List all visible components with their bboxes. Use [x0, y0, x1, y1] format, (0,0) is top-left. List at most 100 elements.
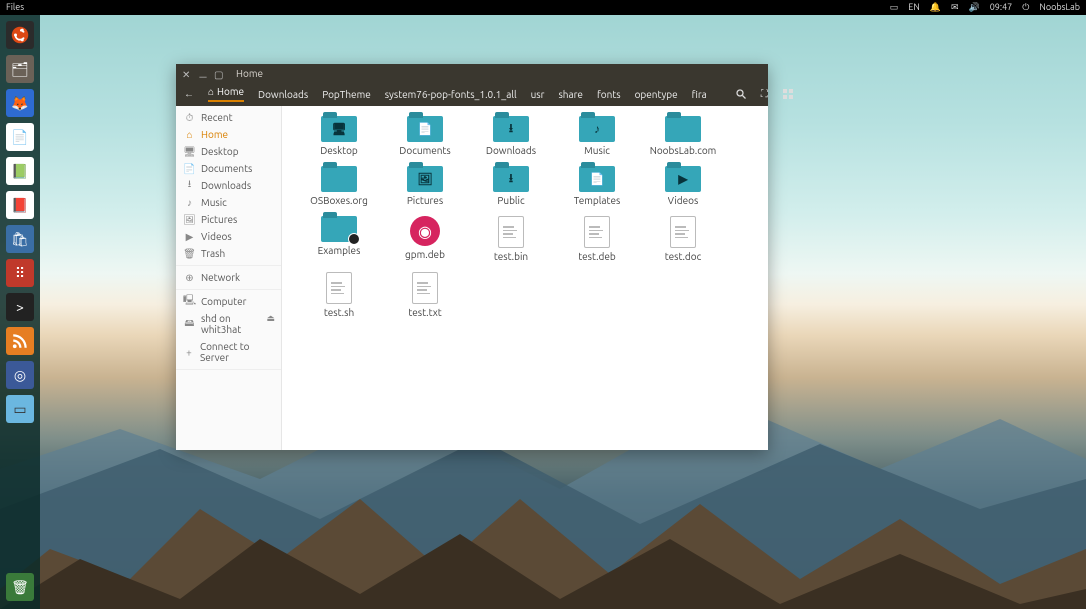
fs-item-videos[interactable]: ▶Videos	[640, 166, 726, 206]
window-minimize-button[interactable]: －	[198, 69, 206, 77]
sidebar-item-videos-glyph-icon: ▶	[184, 231, 195, 242]
impress-icon[interactable]: 📕	[6, 191, 34, 219]
sidebar-item-documents[interactable]: 📄Documents	[176, 160, 281, 177]
breadcrumb-label: opentype	[635, 89, 678, 100]
panel-icon[interactable]: ▭	[6, 395, 34, 423]
sidebar-item-connect[interactable]: +Connect to Server	[176, 338, 281, 366]
sidebar-item-computer[interactable]: 🖳 Computer	[176, 293, 281, 310]
volume-icon[interactable]: 🔊	[969, 0, 980, 15]
sidebar-item-home[interactable]: ⌂Home	[176, 126, 281, 143]
sidebar-item-label: Computer	[201, 296, 246, 307]
sidebar-item-label: Desktop	[201, 146, 239, 157]
folder-icon: 🖥	[321, 116, 357, 142]
fs-item-label: test.deb	[578, 251, 615, 262]
dash-icon[interactable]	[6, 21, 34, 49]
folder-icon: 📄	[407, 116, 443, 142]
sidebar-item-downloads[interactable]: ⭳Downloads	[176, 177, 281, 194]
sidebar-item-trash[interactable]: 🗑Trash	[176, 245, 281, 262]
fm-content-area[interactable]: 🖥Desktop📄Documents⭳Downloads ♪ Music NoobsL…	[282, 106, 768, 450]
sidebar-item-mount[interactable]: 🖴shd on whit3hat⏏	[176, 310, 281, 338]
sidebar-item-label: Pictures	[201, 214, 237, 225]
fs-item-music[interactable]: ♪ Music	[554, 116, 640, 156]
sidebar-item-label: Documents	[201, 163, 252, 174]
folder-icon: ▶	[665, 166, 701, 192]
home-icon: ⌂	[208, 86, 214, 97]
terminal-icon[interactable]: >	[6, 293, 34, 321]
breadcrumb-opentype[interactable]: opentype	[635, 89, 678, 100]
nav-back-button[interactable]: ←	[184, 87, 194, 101]
sidebar-item-recent-glyph-icon: ⏱	[184, 112, 195, 123]
screen-icon[interactable]: ▭	[890, 0, 899, 15]
calc-icon[interactable]: 📗	[6, 157, 34, 185]
folder-icon: ⭳	[493, 116, 529, 142]
file-icon	[412, 272, 438, 304]
sidebar-item-videos[interactable]: ▶ Videos	[176, 228, 281, 245]
fs-item-test-sh[interactable]: test.sh	[296, 272, 382, 318]
user-label[interactable]: NoobsLab	[1039, 0, 1080, 15]
fs-item-label: NoobsLab.com	[650, 145, 717, 156]
breadcrumb-share[interactable]: share	[558, 89, 583, 100]
view-toggle-icon[interactable]: ⛶	[761, 87, 768, 101]
trash-icon[interactable]: 🗑	[6, 573, 34, 601]
breadcrumb-fonts[interactable]: fonts	[597, 89, 621, 100]
fs-item-test-deb[interactable]: test.deb	[554, 216, 640, 262]
palette-icon[interactable]: ⠿	[6, 259, 34, 287]
window-close-button[interactable]: ✕	[182, 69, 190, 77]
fs-item-gpm-deb[interactable]: ◉gpm.deb	[382, 216, 468, 262]
fs-item-label: test.bin	[494, 251, 528, 262]
grid-view-icon[interactable]	[782, 87, 794, 101]
folder-icon	[321, 166, 357, 192]
fs-item-noobslab-com[interactable]: NoobsLab.com	[640, 116, 726, 156]
sidebar-item-network[interactable]: ⊕Network	[176, 269, 281, 286]
search-icon[interactable]	[735, 87, 747, 101]
sidebar-item-connect-glyph-icon: +	[184, 347, 194, 358]
fs-item-osboxes-org[interactable]: OSBoxes.org	[296, 166, 382, 206]
writer-icon[interactable]: 📄	[6, 123, 34, 151]
sidebar-item-computer-glyph-icon: 🖳	[184, 296, 195, 307]
rss-icon[interactable]	[6, 327, 34, 355]
window-maximize-button[interactable]: ▢	[214, 69, 222, 77]
fs-item-label: Music	[584, 145, 610, 156]
sidebar-item-downloads-glyph-icon: ⭳	[184, 180, 195, 191]
breadcrumb-usr[interactable]: usr	[531, 89, 545, 100]
fs-item-downloads[interactable]: ⭳Downloads	[468, 116, 554, 156]
fs-item-label: OSBoxes.org	[310, 195, 368, 206]
firefox-icon[interactable]: 🦊	[6, 89, 34, 117]
power-icon[interactable]: ⏻	[1022, 0, 1029, 15]
breadcrumb-downloads[interactable]: Downloads	[258, 89, 308, 100]
breadcrumb-fira[interactable]: fira	[692, 89, 707, 100]
software-icon[interactable]: 🛍	[6, 225, 34, 253]
fs-item-templates[interactable]: 📄Templates	[554, 166, 640, 206]
sidebar-item-desktop[interactable]: 🖥Desktop	[176, 143, 281, 160]
files-icon[interactable]: 🗂	[6, 55, 34, 83]
fm-toolbar: ← ⌂Home Downloads PopTheme system76-pop-fon…	[176, 82, 768, 106]
fs-item-desktop[interactable]: 🖥Desktop	[296, 116, 382, 156]
sidebar-item-recent[interactable]: ⏱Recent	[176, 109, 281, 126]
file-icon	[498, 216, 524, 248]
sidebar-item-label: Videos	[201, 231, 232, 242]
fs-item-test-doc[interactable]: test.doc	[640, 216, 726, 262]
sidebar-item-label: Network	[201, 272, 240, 283]
fs-item-label: Templates	[574, 195, 621, 206]
fs-item-pictures[interactable]: 🖼Pictures	[382, 166, 468, 206]
sidebar-item-pictures[interactable]: 🖼Pictures	[176, 211, 281, 228]
breadcrumb-home[interactable]: ⌂Home	[208, 86, 244, 102]
breadcrumb-label: share	[558, 89, 583, 100]
fs-item-examples[interactable]: Examples	[296, 216, 382, 262]
notification-icon[interactable]: 🔔	[930, 0, 941, 15]
folder-icon: ♪	[579, 116, 615, 142]
fs-item-label: gpm.deb	[405, 249, 445, 260]
sidebar-item-music[interactable]: ♪Music	[176, 194, 281, 211]
keyboard-lang[interactable]: EN	[908, 0, 919, 15]
messenger-icon[interactable]: ◎	[6, 361, 34, 389]
clock[interactable]: 09:47	[990, 0, 1013, 15]
fs-item-test-bin[interactable]: test.bin	[468, 216, 554, 262]
fs-item-public[interactable]: ⭳Public	[468, 166, 554, 206]
breadcrumb-system76-pop-fonts-1-0-1-all[interactable]: system76-pop-fonts_1.0.1_all	[385, 89, 517, 100]
fs-item-documents[interactable]: 📄Documents	[382, 116, 468, 156]
window-titlebar[interactable]: ✕ － ▢ Home	[176, 64, 768, 82]
mail-icon[interactable]: ✉	[951, 0, 959, 15]
fs-item-test-txt[interactable]: test.txt	[382, 272, 468, 318]
breadcrumb-poptheme[interactable]: PopTheme	[322, 89, 371, 100]
eject-icon[interactable]: ⏏	[266, 313, 275, 324]
